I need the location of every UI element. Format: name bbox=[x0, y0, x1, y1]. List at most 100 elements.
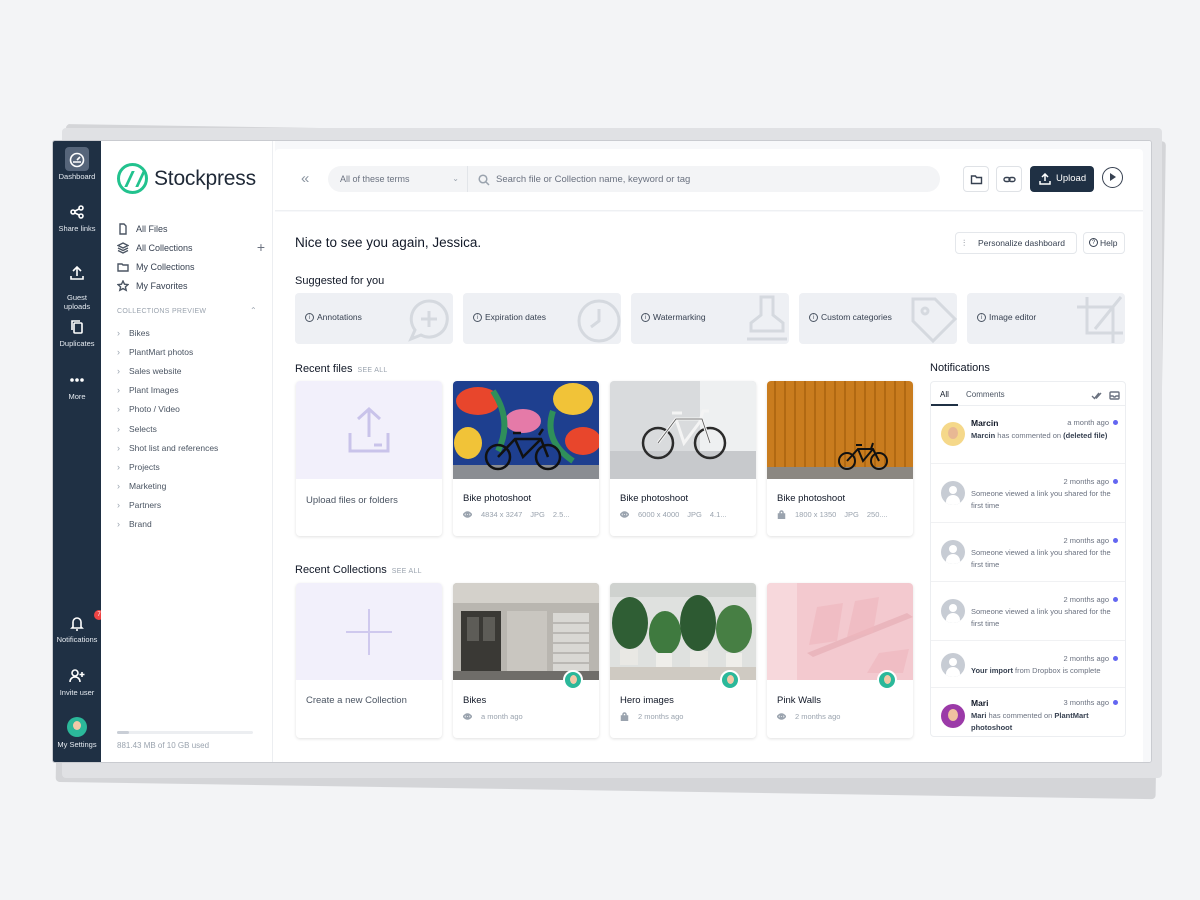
unread-dot bbox=[1113, 538, 1118, 543]
owner-avatar bbox=[563, 670, 583, 690]
collection-card[interactable]: Hero images 2 months ago bbox=[610, 583, 756, 738]
notification-item[interactable]: 2 months ago Someone viewed a link you s… bbox=[931, 464, 1125, 523]
chevron-right-icon: › bbox=[117, 481, 120, 492]
collection-updated-time: 2 months ago bbox=[638, 712, 684, 721]
search-filter-select[interactable]: All of these terms ⌄ bbox=[328, 166, 468, 192]
suggestion-card-image-editor[interactable]: i Image editor bbox=[967, 293, 1125, 344]
collection-item[interactable]: › Partners bbox=[117, 496, 265, 515]
notification-time: 2 months ago bbox=[1063, 536, 1109, 545]
avatar bbox=[941, 653, 965, 677]
notification-text: Your import from Dropbox is complete bbox=[971, 665, 1113, 677]
chevron-right-icon: › bbox=[117, 423, 120, 434]
file-card[interactable]: Bike photoshoot 1800 x 1350 JPG 250.... bbox=[767, 381, 913, 536]
personalize-dashboard-button[interactable]: ⫶ Personalize dashboard bbox=[955, 232, 1077, 254]
collection-item[interactable]: › Plant Images bbox=[117, 381, 265, 400]
dashboard-content: Nice to see you again, Jessica. ⫶ Person… bbox=[275, 212, 1143, 762]
rail-item-notifications[interactable]: 7 Notifications bbox=[53, 610, 104, 645]
notification-item[interactable]: Mari 3 months ago Mari has commented on … bbox=[931, 688, 1125, 736]
eye-icon bbox=[462, 510, 473, 519]
suggestion-card-expiration-dates[interactable]: i Expiration dates bbox=[463, 293, 621, 344]
sidebar-nav: All Files All Collections + My Collectio… bbox=[116, 219, 265, 295]
collection-item[interactable]: › Marketing bbox=[117, 477, 265, 496]
file-meta: 4834 x 3247 JPG 2.5... bbox=[462, 510, 578, 519]
suggestion-card-watermarking[interactable]: i Watermarking bbox=[631, 293, 789, 344]
collection-item[interactable]: › Brand bbox=[117, 515, 265, 534]
rail-label: Invite user bbox=[59, 688, 95, 697]
suggestion-card-custom-categories[interactable]: i Custom categories bbox=[799, 293, 957, 344]
rail-item-guest-uploads[interactable]: Guest uploads bbox=[53, 255, 101, 312]
personalize-label: Personalize dashboard bbox=[978, 238, 1065, 248]
help-label: Help bbox=[1100, 238, 1118, 248]
help-button[interactable]: ? Help bbox=[1083, 232, 1125, 254]
sidebar-item-all-files[interactable]: All Files bbox=[117, 219, 265, 238]
sidebar-item-label: My Collections bbox=[136, 261, 195, 272]
icon-rail: Dashboard Share links Guest uploads Dupl… bbox=[53, 141, 104, 762]
file-card[interactable]: Bike photoshoot 6000 x 4000 JPG 4.1... bbox=[610, 381, 756, 536]
tab-all[interactable]: All bbox=[940, 390, 949, 399]
notification-text: Someone viewed a link you shared for the… bbox=[971, 489, 1111, 510]
collection-item-label: Selects bbox=[129, 423, 157, 434]
rail-item-more[interactable]: More bbox=[53, 371, 101, 402]
add-user-icon bbox=[68, 667, 86, 685]
collection-item-label: Projects bbox=[129, 461, 160, 472]
collections-heading-label: COLLECTIONS PREVIEW bbox=[117, 308, 207, 315]
upload-card-label: Upload files or folders bbox=[306, 495, 398, 506]
unread-dot bbox=[1113, 700, 1118, 705]
notification-message: has commented on bbox=[995, 431, 1064, 440]
collection-item[interactable]: › Projects bbox=[117, 457, 265, 476]
notification-author: Marcin bbox=[971, 418, 999, 428]
lock-icon bbox=[777, 510, 786, 520]
collection-item[interactable]: › Bikes bbox=[117, 323, 265, 342]
collections-preview-heading[interactable]: COLLECTIONS PREVIEW ⌃ bbox=[117, 306, 257, 315]
create-collection-card[interactable]: Create a new Collection bbox=[296, 583, 442, 738]
collapse-sidebar-icon[interactable]: « bbox=[301, 170, 309, 187]
sidebar-item-all-collections[interactable]: All Collections + bbox=[116, 238, 265, 257]
info-icon: i bbox=[473, 312, 482, 322]
see-all-files-link[interactable]: SEE ALL bbox=[357, 367, 387, 374]
rail-item-my-settings[interactable]: My Settings bbox=[53, 717, 101, 750]
chevron-right-icon: › bbox=[117, 346, 120, 357]
notification-item[interactable]: 2 months ago Someone viewed a link you s… bbox=[931, 523, 1125, 582]
rail-label: Share links bbox=[58, 224, 96, 233]
collection-card[interactable]: Bikes a month ago bbox=[453, 583, 599, 738]
notification-item[interactable]: 2 months ago Your import from Dropbox is… bbox=[931, 641, 1125, 688]
notification-text: Someone viewed a link you shared for the… bbox=[971, 607, 1111, 628]
suggestion-card-annotations[interactable]: i Annotations bbox=[295, 293, 453, 344]
rail-item-duplicates[interactable]: Duplicates bbox=[53, 318, 101, 349]
search-input[interactable] bbox=[496, 166, 926, 192]
collection-item[interactable]: › Shot list and references bbox=[117, 438, 265, 457]
collection-item[interactable]: › Selects bbox=[117, 419, 265, 438]
play-tour-icon[interactable] bbox=[1102, 167, 1123, 188]
notification-text: Mari has commented on PlantMart photosho… bbox=[971, 710, 1113, 734]
sidebar-item-my-collections[interactable]: My Collections bbox=[117, 257, 265, 276]
new-folder-button[interactable] bbox=[963, 166, 989, 192]
collection-item[interactable]: › Photo / Video bbox=[117, 400, 265, 419]
mark-all-read-icon[interactable] bbox=[1091, 388, 1102, 400]
notification-item[interactable]: 2 months ago Someone viewed a link you s… bbox=[931, 582, 1125, 641]
chevron-right-icon: › bbox=[117, 461, 120, 472]
file-title: Bike photoshoot bbox=[777, 493, 846, 504]
chevron-up-icon[interactable]: ⌃ bbox=[250, 306, 257, 315]
inbox-icon[interactable] bbox=[1109, 388, 1120, 400]
upload-button[interactable]: Upload bbox=[1030, 166, 1094, 192]
sidebar-item-my-favorites[interactable]: My Favorites bbox=[116, 276, 265, 295]
brand-logo[interactable]: Stockpress bbox=[117, 163, 256, 194]
rail-item-share-links[interactable]: Share links bbox=[53, 203, 101, 234]
share-link-button[interactable] bbox=[996, 166, 1022, 192]
collection-item[interactable]: › Sales website bbox=[117, 361, 265, 380]
see-all-collections-link[interactable]: SEE ALL bbox=[392, 568, 422, 575]
collection-card[interactable]: Pink Walls 2 months ago bbox=[767, 583, 913, 738]
add-collection-button[interactable]: + bbox=[257, 240, 265, 254]
top-bar: « All of these terms ⌄ Upload bbox=[275, 149, 1143, 211]
rail-item-dashboard[interactable]: Dashboard bbox=[53, 151, 101, 182]
file-card[interactable]: Bike photoshoot 4834 x 3247 JPG 2.5... bbox=[453, 381, 599, 536]
upload-files-card[interactable]: Upload files or folders bbox=[296, 381, 442, 536]
avatar bbox=[941, 422, 965, 446]
collection-item-label: Plant Images bbox=[129, 385, 179, 396]
tab-comments[interactable]: Comments bbox=[966, 390, 1005, 399]
collection-item-label: Shot list and references bbox=[129, 442, 219, 453]
rail-item-invite-user[interactable]: Invite user bbox=[53, 667, 101, 698]
collection-item[interactable]: › PlantMart photos bbox=[117, 342, 265, 361]
notification-item[interactable]: Marcin a month ago Marcin has commented … bbox=[931, 406, 1125, 464]
upload-button-label: Upload bbox=[1056, 173, 1087, 184]
